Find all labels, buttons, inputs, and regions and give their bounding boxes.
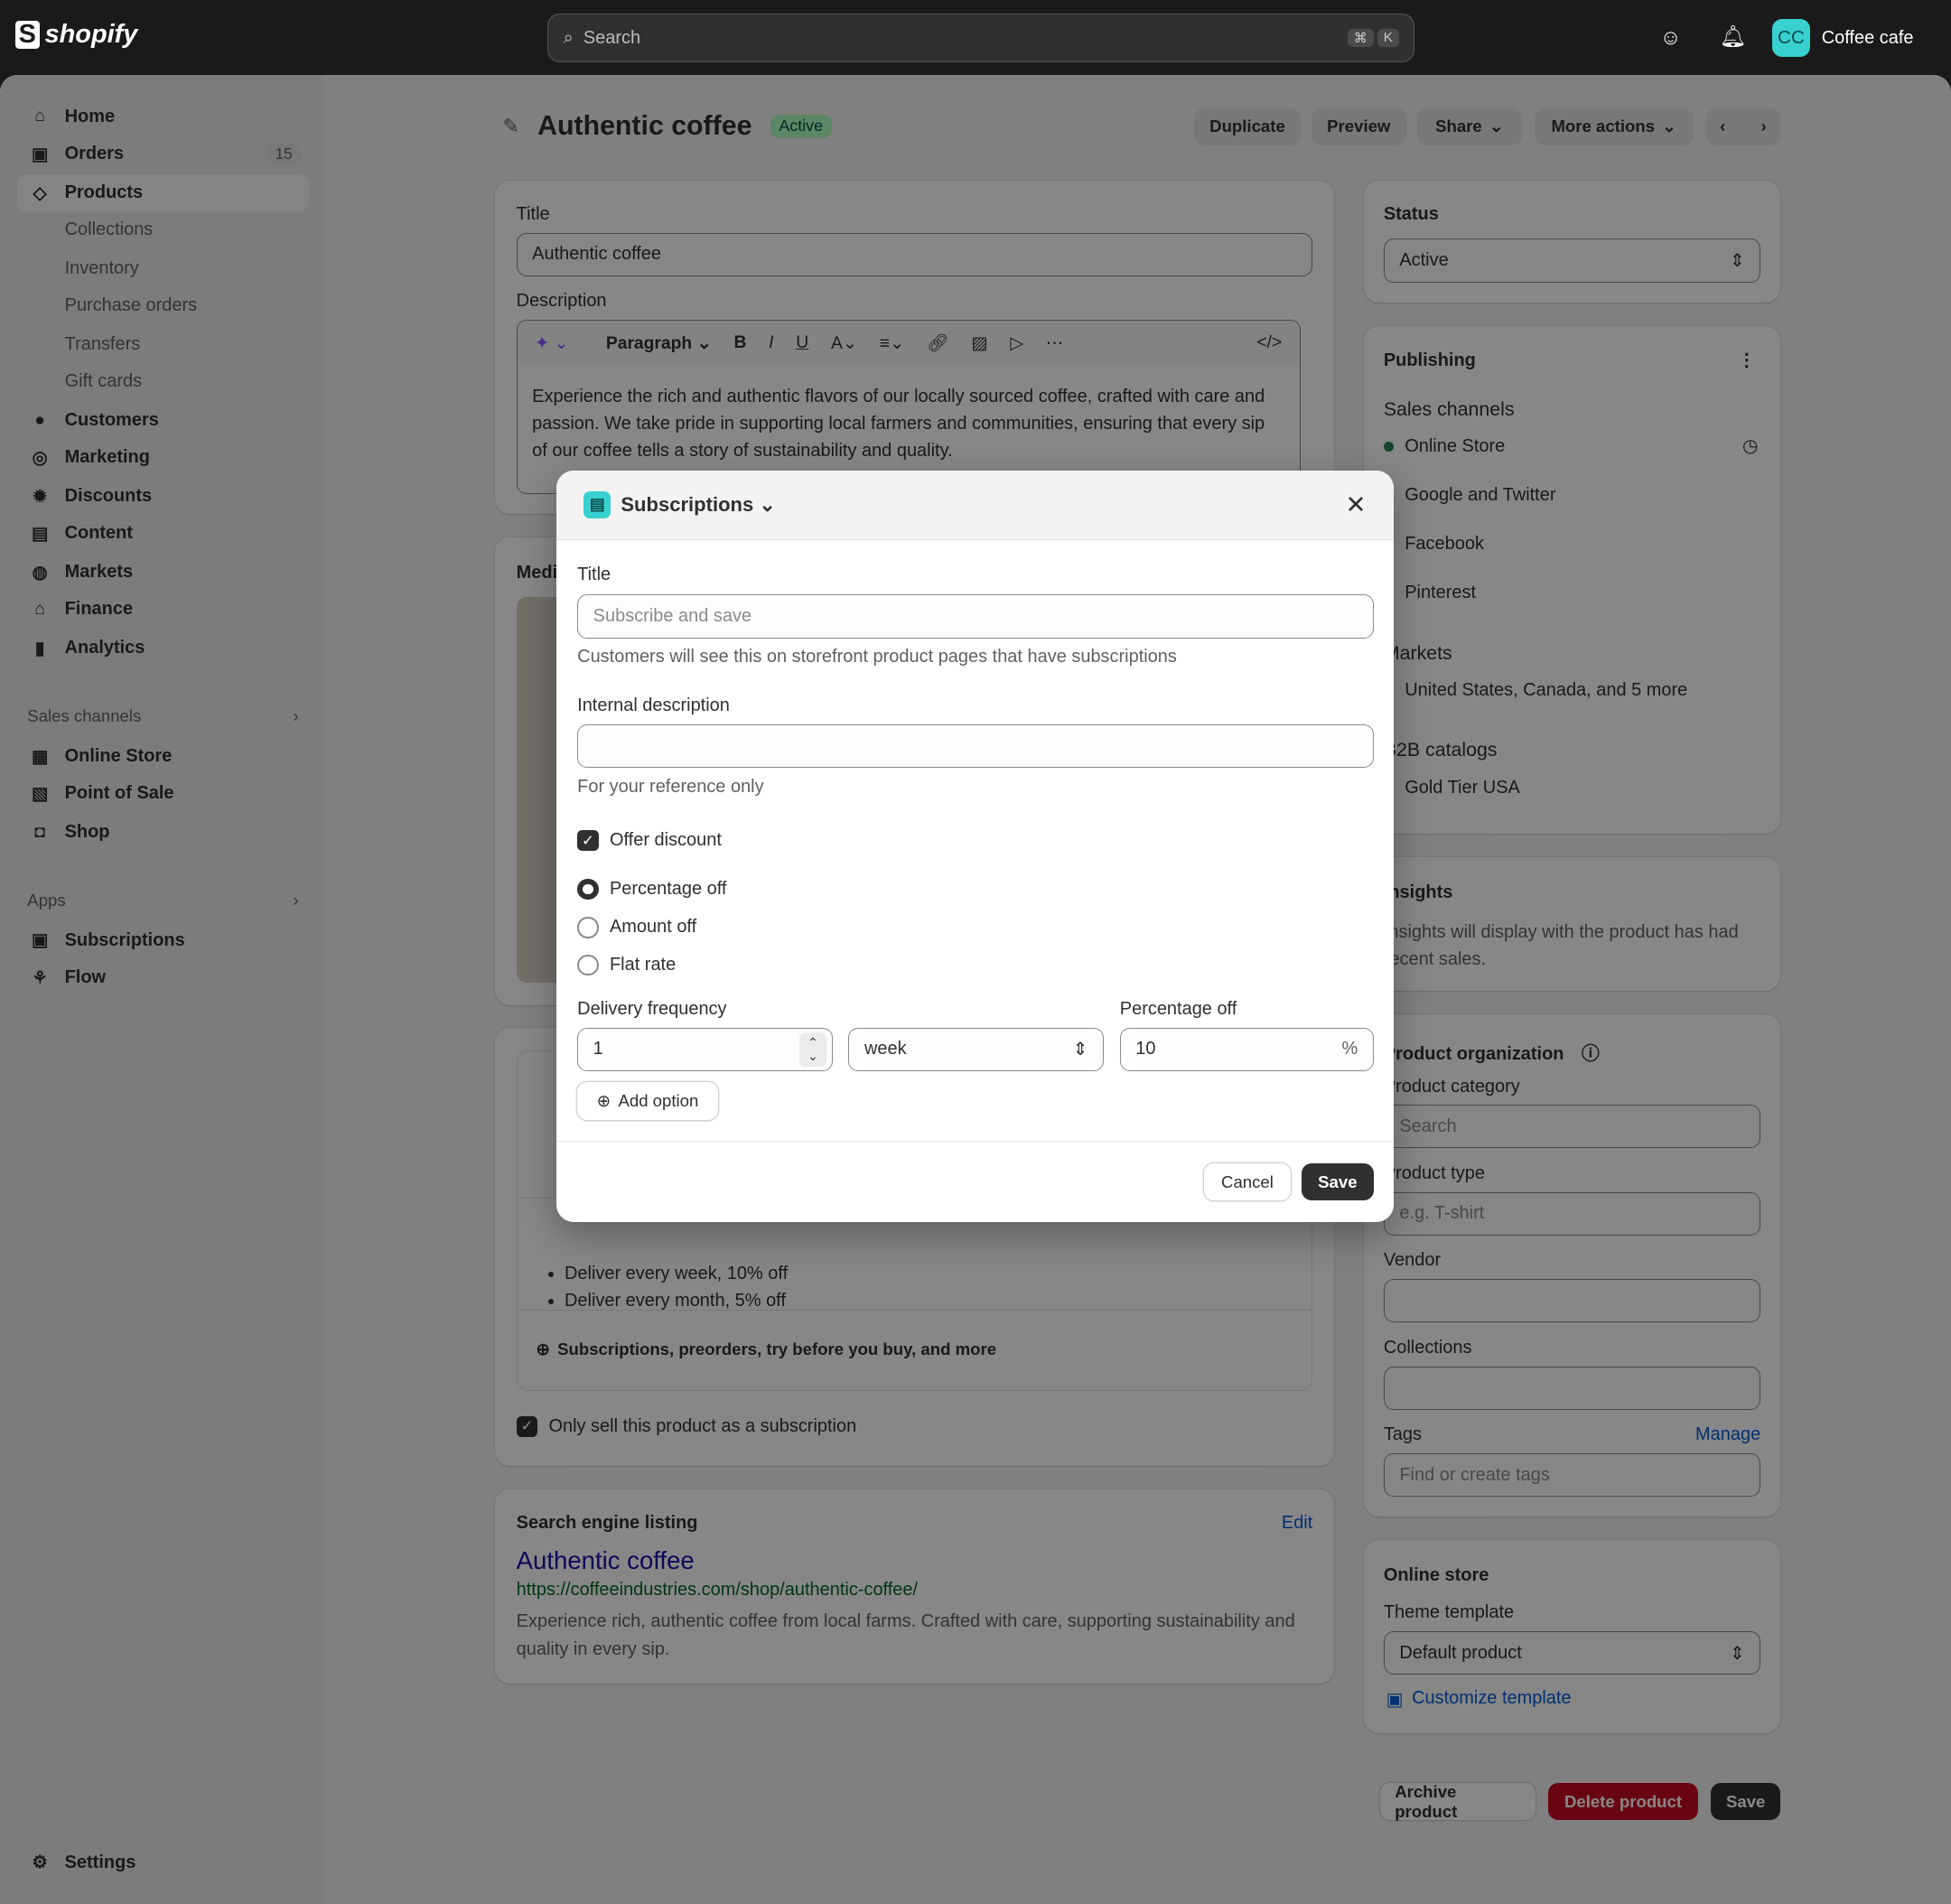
offer-discount-checkbox[interactable]: ✓ Offer discount: [577, 829, 722, 852]
radio-dot: [577, 954, 599, 975]
cancel-button[interactable]: Cancel: [1204, 1162, 1291, 1201]
title-help: Customers will see this on storefront pr…: [577, 647, 1177, 667]
plus-circle-icon: ⊕: [596, 1091, 611, 1111]
shortcut-hint: ⌘ K: [1347, 28, 1399, 48]
percentage-off-input[interactable]: 10%: [1119, 1027, 1374, 1072]
subscriptions-app-icon: ▤: [583, 490, 611, 518]
radio-flat-rate[interactable]: Flat rate: [577, 954, 676, 975]
top-bar: Sshopify ⌕ Search ⌘ K ☺ 🔔︎ CC Coffee cafe: [0, 0, 1951, 75]
subscriptions-modal: ▤ Subscriptions ⌄ ✕ Title Subscribe and …: [555, 470, 1394, 1222]
radio-amount-off[interactable]: Amount off: [577, 917, 696, 938]
store-menu[interactable]: CC Coffee cafe: [1771, 18, 1913, 58]
chevron-down-icon: ⌄: [759, 492, 776, 516]
delivery-frequency-label: Delivery frequency: [577, 999, 727, 1020]
internal-help: For your reference only: [577, 776, 764, 797]
frequency-number-input[interactable]: 1 ⌃ ⌄: [577, 1027, 833, 1072]
frequency-unit-select[interactable]: week ⇕: [848, 1027, 1104, 1072]
close-icon[interactable]: ✕: [1345, 490, 1366, 519]
shopify-logo[interactable]: Sshopify: [14, 20, 137, 50]
stepper-icon[interactable]: ⌃ ⌄: [798, 1031, 827, 1068]
bell-icon[interactable]: 🔔︎: [1720, 23, 1747, 49]
radio-percentage-off[interactable]: Percentage off: [577, 878, 726, 900]
search-input[interactable]: ⌕ Search ⌘ K: [547, 14, 1415, 62]
select-arrows-icon: ⇕: [1072, 1040, 1088, 1060]
app-switcher[interactable]: Subscriptions ⌄: [621, 493, 776, 517]
shopping-bag-icon: S: [14, 20, 41, 50]
search-icon: ⌕: [563, 27, 574, 48]
add-option-button[interactable]: ⊕ Add option: [577, 1082, 718, 1120]
title-label: Title: [577, 565, 611, 585]
radio-dot: [577, 878, 599, 900]
modal-header: ▤ Subscriptions ⌄ ✕: [555, 470, 1394, 540]
divider: [555, 1141, 1394, 1142]
sidekick-icon[interactable]: ☺: [1660, 25, 1682, 50]
internal-description-label: Internal description: [577, 695, 730, 716]
percent-suffix: %: [1341, 1039, 1358, 1059]
percentage-off-label: Percentage off: [1119, 999, 1237, 1020]
checkmark-icon: ✓: [577, 829, 599, 852]
plan-title-input[interactable]: Subscribe and save: [577, 594, 1374, 639]
internal-description-input[interactable]: [577, 723, 1374, 768]
avatar: CC: [1771, 18, 1811, 58]
radio-dot: [577, 917, 599, 938]
save-button[interactable]: Save: [1301, 1162, 1374, 1201]
